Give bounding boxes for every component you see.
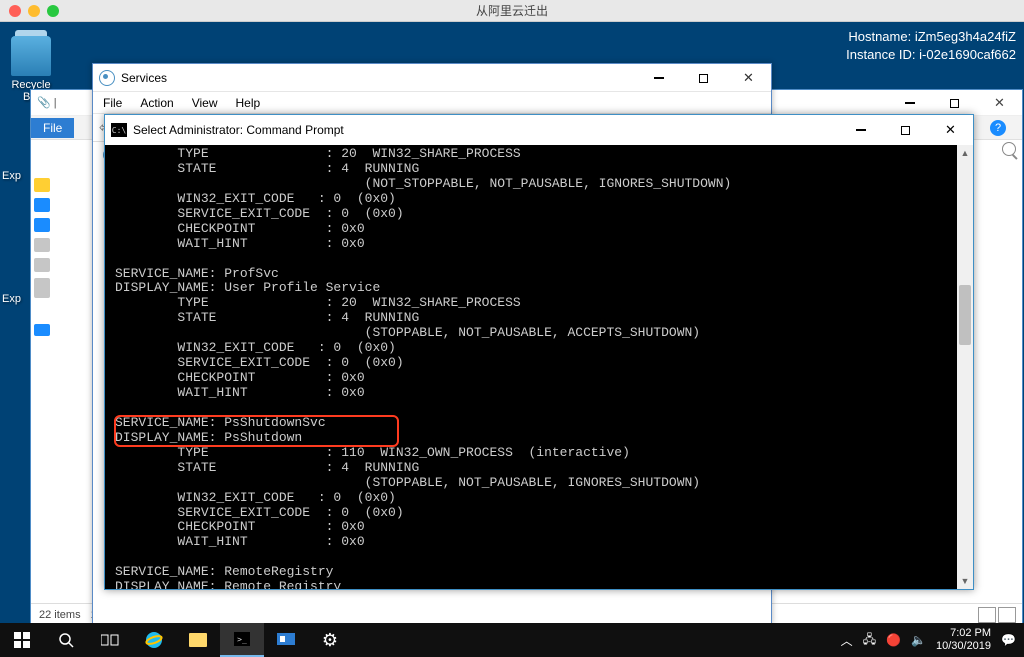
explorer-search-icon[interactable] [1002, 142, 1016, 156]
scroll-up-icon[interactable]: ▲ [957, 145, 973, 161]
pin-icon[interactable]: 📎 | [37, 96, 57, 109]
documents-nav-icon[interactable] [34, 238, 50, 252]
services-icon [99, 70, 115, 86]
services-menu-help[interactable]: Help [236, 96, 261, 110]
cmd-maximize-button[interactable] [883, 115, 928, 145]
desktop-label-exp1: Exp [2, 170, 21, 182]
instance-id-text: Instance ID: i-02e1690caf662 [846, 46, 1016, 64]
mac-window-title: 从阿里云迁出 [0, 2, 1024, 19]
services-title: Services [121, 71, 167, 85]
cmd-icon: C:\ [111, 123, 127, 137]
cmd-terminal-body[interactable]: TYPE : 20 WIN32_SHARE_PROCESS STATE : 4 … [105, 145, 973, 589]
services-menu-view[interactable]: View [192, 96, 218, 110]
services-menu-bar: File Action View Help [93, 92, 771, 114]
services-minimize-button[interactable] [636, 64, 681, 92]
desktop-label-exp2: Exp [2, 293, 21, 305]
explorer-minimize-button[interactable] [887, 90, 932, 116]
unknown-nav-icon[interactable] [34, 278, 50, 298]
taskbar-clock[interactable]: 7:02 PM 10/30/2019 [936, 627, 991, 653]
taskbar: >_ ⚙ ︿ 🖧 🔴 🔈 7:02 PM 10/30/2019 💬 [0, 623, 1024, 657]
task-view-button[interactable] [88, 623, 132, 657]
taskbar-search-button[interactable] [44, 623, 88, 657]
cmd-scrollbar[interactable]: ▲ ▼ [957, 145, 973, 589]
tray-volume-icon[interactable]: 🔈 [911, 633, 926, 647]
services-titlebar[interactable]: Services ✕ [93, 64, 771, 92]
trash-icon [11, 36, 51, 76]
explorer-file-tab[interactable]: File [31, 118, 74, 138]
scroll-thumb[interactable] [959, 285, 971, 345]
services-maximize-button[interactable] [681, 64, 726, 92]
this-pc-nav-icon[interactable] [34, 324, 50, 336]
tray-alert-icon[interactable]: 🔴 [886, 633, 901, 647]
pictures-nav-icon[interactable] [34, 258, 50, 272]
desktop-nav-icon[interactable] [34, 198, 50, 212]
tray-network-icon[interactable]: 🖧 [863, 630, 876, 651]
explorer-help-button[interactable]: ? [990, 120, 1006, 136]
system-tray: ︿ 🖧 🔴 🔈 7:02 PM 10/30/2019 💬 [841, 623, 1016, 657]
cmd-close-button[interactable]: ✕ [928, 115, 973, 145]
cmd-minimize-button[interactable] [838, 115, 883, 145]
clock-time: 7:02 PM [936, 627, 991, 640]
taskbar-ie-icon[interactable] [132, 623, 176, 657]
cmd-title: Select Administrator: Command Prompt [133, 123, 344, 137]
services-close-button[interactable]: ✕ [726, 64, 771, 92]
mac-titlebar: 从阿里云迁出 [0, 0, 1024, 22]
tray-chevron-up-icon[interactable]: ︿ [841, 632, 853, 649]
explorer-maximize-button[interactable] [932, 90, 977, 116]
taskbar-settings-icon[interactable]: ⚙ [308, 623, 352, 657]
taskbar-server-manager-icon[interactable] [264, 623, 308, 657]
explorer-nav-pane [34, 178, 52, 336]
scroll-down-icon[interactable]: ▼ [957, 573, 973, 589]
explorer-view-details-icon[interactable] [978, 607, 996, 623]
explorer-close-button[interactable]: ✕ [977, 90, 1022, 116]
desktop-info-overlay: Hostname: iZm5eg3h4a24fiZ Instance ID: i… [846, 28, 1016, 64]
tray-notifications-icon[interactable]: 💬 [1001, 633, 1016, 647]
hostname-text: Hostname: iZm5eg3h4a24fiZ [846, 28, 1016, 46]
quick-access-icon[interactable] [34, 178, 50, 192]
clock-date: 10/30/2019 [936, 640, 991, 653]
start-button[interactable] [0, 623, 44, 657]
cmd-titlebar[interactable]: C:\ Select Administrator: Command Prompt… [105, 115, 973, 145]
services-menu-action[interactable]: Action [140, 96, 173, 110]
downloads-nav-icon[interactable] [34, 218, 50, 232]
services-menu-file[interactable]: File [103, 96, 122, 110]
explorer-item-count: 22 items [39, 609, 81, 621]
explorer-view-large-icon[interactable] [998, 607, 1016, 623]
taskbar-cmd-icon[interactable]: >_ [220, 623, 264, 657]
taskbar-explorer-icon[interactable] [176, 623, 220, 657]
command-prompt-window: C:\ Select Administrator: Command Prompt… [104, 114, 974, 590]
